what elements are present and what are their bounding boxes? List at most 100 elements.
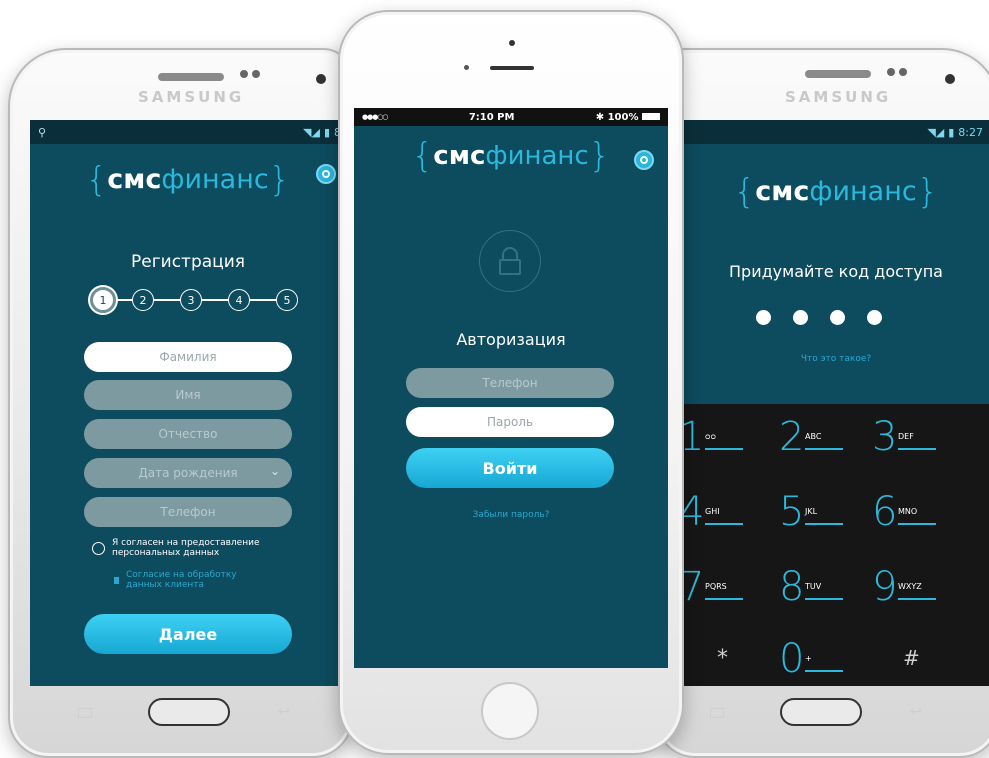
recent-apps-button[interactable]: [710, 708, 724, 718]
logo-rest: финанс: [485, 141, 589, 171]
keypad-row: 7 PQRS 8 TUV 9 WXYZ: [683, 564, 989, 618]
step-5: 5: [276, 289, 298, 311]
passcode-dot: [756, 310, 771, 325]
logo: {смсфинанс}: [354, 136, 668, 176]
key-6[interactable]: 6 MNO: [866, 489, 958, 543]
login-button[interactable]: Войти: [406, 448, 614, 488]
step-indicator: 1 2 3 4 5: [90, 285, 300, 315]
logo-rest: финанс: [809, 176, 917, 207]
sensor-dots: [887, 68, 909, 76]
key-star[interactable]: *: [717, 646, 728, 671]
battery-icon: [641, 112, 660, 120]
phone-registration: SAMSUNG ⚲ ◥◢ ▮ 8:27 {смсфинанс} Регистра…: [8, 48, 353, 758]
registration-title: Регистрация: [131, 252, 245, 272]
earpiece: [158, 73, 224, 81]
logo-bracket-right: }: [268, 160, 291, 200]
location-icon: ⚲: [38, 125, 47, 139]
logo: {смсфинанс}: [30, 160, 346, 200]
front-camera: [316, 74, 326, 84]
document-icon: [114, 577, 119, 584]
passcode-screen: ◥◢ ▮ 8:27 {смсфинанс} Придумайте код дос…: [683, 120, 989, 686]
logo-rest: финанс: [161, 164, 269, 195]
status-time: 8:27: [958, 125, 983, 139]
phone-field[interactable]: Телефон: [84, 497, 292, 527]
birthdate-label: Дата рождения: [138, 466, 238, 480]
wifi-signal-icon: ◥◢: [927, 125, 945, 139]
patronymic-field[interactable]: Отчество: [84, 419, 292, 449]
key-2[interactable]: 2 ABC: [773, 414, 865, 468]
earpiece: [490, 66, 534, 70]
key-7[interactable]: 7 PQRS: [683, 564, 765, 618]
battery-icon: ▮: [323, 125, 330, 139]
home-button[interactable]: [780, 698, 862, 726]
surname-field[interactable]: Фамилия: [84, 342, 292, 372]
consent-radio[interactable]: [92, 542, 105, 555]
logo-bracket-right: }: [588, 136, 611, 176]
key-3[interactable]: 3 DEF: [866, 414, 958, 468]
phone-login: ●●●○○ 7:10 PM ✱ 100% {смсфинанс} Авториз…: [338, 10, 684, 755]
key-5[interactable]: 5 JKL: [773, 489, 865, 543]
keypad-row: 4 GHI 5 JKL 6 MNO: [683, 489, 989, 543]
lock-icon: [479, 230, 541, 292]
support-icon[interactable]: [634, 150, 654, 170]
carrier-signal: ●●●○○: [362, 113, 389, 121]
name-field[interactable]: Имя: [84, 380, 292, 410]
sensor-dots: [240, 70, 262, 78]
registration-screen: ⚲ ◥◢ ▮ 8:27 {смсфинанс} Регистрация 1 2 …: [30, 120, 346, 686]
recent-apps-button[interactable]: [78, 708, 92, 718]
front-camera: [509, 40, 515, 46]
step-4: 4: [228, 289, 250, 311]
logo-bracket-right: }: [916, 172, 939, 212]
bluetooth-icon: ✱: [595, 111, 605, 123]
passcode-title: Придумайте код доступа: [729, 262, 943, 281]
earpiece: [805, 70, 871, 78]
logo-bold: смс: [755, 176, 810, 207]
battery-icon: ▮: [948, 125, 955, 139]
logo-bold: смс: [107, 164, 162, 195]
chevron-down-icon: ⌄: [269, 464, 280, 478]
step-2: 2: [132, 289, 154, 311]
next-button[interactable]: Далее: [84, 614, 292, 654]
what-is-this-link[interactable]: Что это такое?: [683, 354, 989, 364]
key-1[interactable]: 1 ᴑᴑ: [683, 414, 765, 468]
keypad-row: * 0 + #: [683, 636, 989, 686]
key-4[interactable]: 4 GHI: [683, 489, 765, 543]
step-1: 1: [90, 287, 116, 313]
phone-passcode: SAMSUNG ◥◢ ▮ 8:27 {смсфинанс} Придумайте…: [655, 48, 989, 758]
support-icon[interactable]: [316, 164, 336, 184]
password-input[interactable]: Пароль: [406, 407, 614, 437]
phone-input[interactable]: Телефон: [406, 368, 614, 398]
samsung-label: SAMSUNG: [138, 88, 245, 106]
home-button[interactable]: [148, 698, 230, 726]
logo-bracket-left: {: [85, 160, 108, 200]
logo-bracket-left: {: [411, 136, 434, 176]
status-time: 7:10 PM: [468, 111, 515, 123]
keypad-row: 1 ᴑᴑ 2 ABC 3 DEF: [683, 414, 989, 468]
passcode-dot: [793, 310, 808, 325]
samsung-label: SAMSUNG: [785, 88, 892, 106]
status-bar: ⚲ ◥◢ ▮ 8:27: [30, 120, 346, 144]
key-0[interactable]: 0 +: [773, 636, 865, 686]
logo: {смсфинанс}: [683, 172, 989, 212]
home-button[interactable]: [481, 682, 539, 740]
key-hash[interactable]: #: [903, 646, 920, 670]
status-bar: ◥◢ ▮ 8:27: [683, 120, 989, 144]
back-button[interactable]: ↩: [278, 704, 290, 720]
passcode-dot: [867, 310, 882, 325]
birthdate-select[interactable]: Дата рождения ⌄: [84, 458, 292, 488]
key-9[interactable]: 9 WXYZ: [866, 564, 958, 618]
step-3: 3: [180, 289, 202, 311]
battery-status: ✱ 100%: [596, 112, 660, 123]
forgot-password-link[interactable]: Забыли пароль?: [354, 510, 668, 520]
logo-bracket-left: {: [733, 172, 756, 212]
consent-link[interactable]: Согласие на обработку данных клиента: [126, 570, 266, 590]
keypad: 1 ᴑᴑ 2 ABC 3 DEF 4 GHI 5 JKL 6 MNO 7 PQRS 8 TUV …: [683, 404, 989, 686]
back-button[interactable]: ↩: [910, 704, 922, 720]
status-bar: ●●●○○ 7:10 PM ✱ 100%: [354, 108, 668, 126]
proximity-sensor: [464, 65, 469, 70]
logo-bold: смс: [433, 141, 486, 171]
passcode-dots: [683, 310, 989, 326]
consent-text: Я согласен на предоставление персональны…: [112, 538, 260, 558]
key-8[interactable]: 8 TUV: [773, 564, 865, 618]
front-camera: [945, 74, 955, 84]
